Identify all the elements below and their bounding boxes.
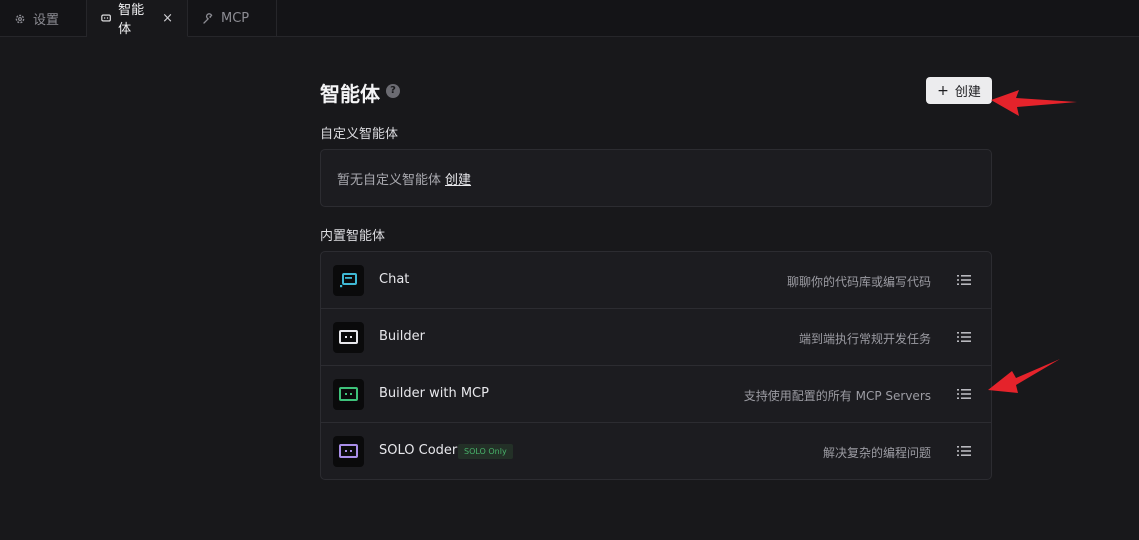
list-menu-icon[interactable] xyxy=(957,274,971,286)
plus-icon: + xyxy=(937,82,949,99)
robot-icon xyxy=(101,14,111,22)
chat-agent-icon xyxy=(333,265,364,296)
agent-name: Builder xyxy=(379,329,425,344)
page-title: 智能体 xyxy=(320,82,380,106)
builtin-agents-label: 内置智能体 xyxy=(320,229,386,244)
empty-text: 暂无自定义智能体 xyxy=(337,172,442,188)
agent-name: SOLO Coder xyxy=(379,443,458,458)
builtin-agent-list: Chat 聊聊你的代码库或编写代码 Builder 端到端执行常规开发任务 Bu… xyxy=(320,251,992,480)
agent-row-chat[interactable]: Chat 聊聊你的代码库或编写代码 xyxy=(321,252,991,309)
list-menu-icon[interactable] xyxy=(957,445,971,457)
wrench-icon xyxy=(203,12,213,24)
close-icon[interactable]: × xyxy=(162,11,173,26)
solo-only-badge: SOLO Only xyxy=(458,444,513,459)
annotation-arrow-menu xyxy=(988,359,1060,393)
tab-agents[interactable]: 智能体 × xyxy=(87,0,188,37)
custom-agents-label: 自定义智能体 xyxy=(320,127,399,142)
solo-coder-agent-icon xyxy=(333,436,364,467)
agent-row-solo-coder[interactable]: SOLO Coder SOLO Only 解决复杂的编程问题 xyxy=(321,423,991,480)
agent-description: 聊聊你的代码库或编写代码 xyxy=(786,275,931,289)
help-icon[interactable]: ? xyxy=(386,84,400,98)
agent-description: 支持使用配置的所有 MCP Servers xyxy=(743,389,931,403)
agent-description: 端到端执行常规开发任务 xyxy=(798,332,931,346)
create-agent-button[interactable]: + 创建 xyxy=(926,77,992,104)
tab-mcp[interactable]: MCP xyxy=(188,0,277,37)
annotation-arrow-create xyxy=(991,90,1077,116)
create-button-label: 创建 xyxy=(954,85,981,100)
builder-agent-icon xyxy=(333,322,364,353)
tab-label: 设置 xyxy=(33,13,60,28)
page-header: 智能体 ? + 创建 xyxy=(320,77,992,107)
tab-settings[interactable]: 设置 xyxy=(0,0,87,37)
tab-label: MCP xyxy=(221,11,250,26)
agent-name: Chat xyxy=(379,272,410,287)
agent-row-builder-mcp[interactable]: Builder with MCP 支持使用配置的所有 MCP Servers xyxy=(321,366,991,423)
agent-name: Builder with MCP xyxy=(379,386,489,401)
create-link[interactable]: 创建 xyxy=(445,169,471,188)
agent-row-builder[interactable]: Builder 端到端执行常规开发任务 xyxy=(321,309,991,366)
list-menu-icon[interactable] xyxy=(957,331,971,343)
custom-agents-empty: 暂无自定义智能体 创建 xyxy=(320,149,992,207)
tab-label: 智能体 xyxy=(118,3,145,37)
builder-mcp-agent-icon xyxy=(333,379,364,410)
agent-description: 解决复杂的编程问题 xyxy=(822,446,931,460)
gear-icon xyxy=(15,14,25,23)
tab-bar: 设置 智能体 × MCP xyxy=(0,0,1139,37)
list-menu-icon[interactable] xyxy=(957,388,971,400)
